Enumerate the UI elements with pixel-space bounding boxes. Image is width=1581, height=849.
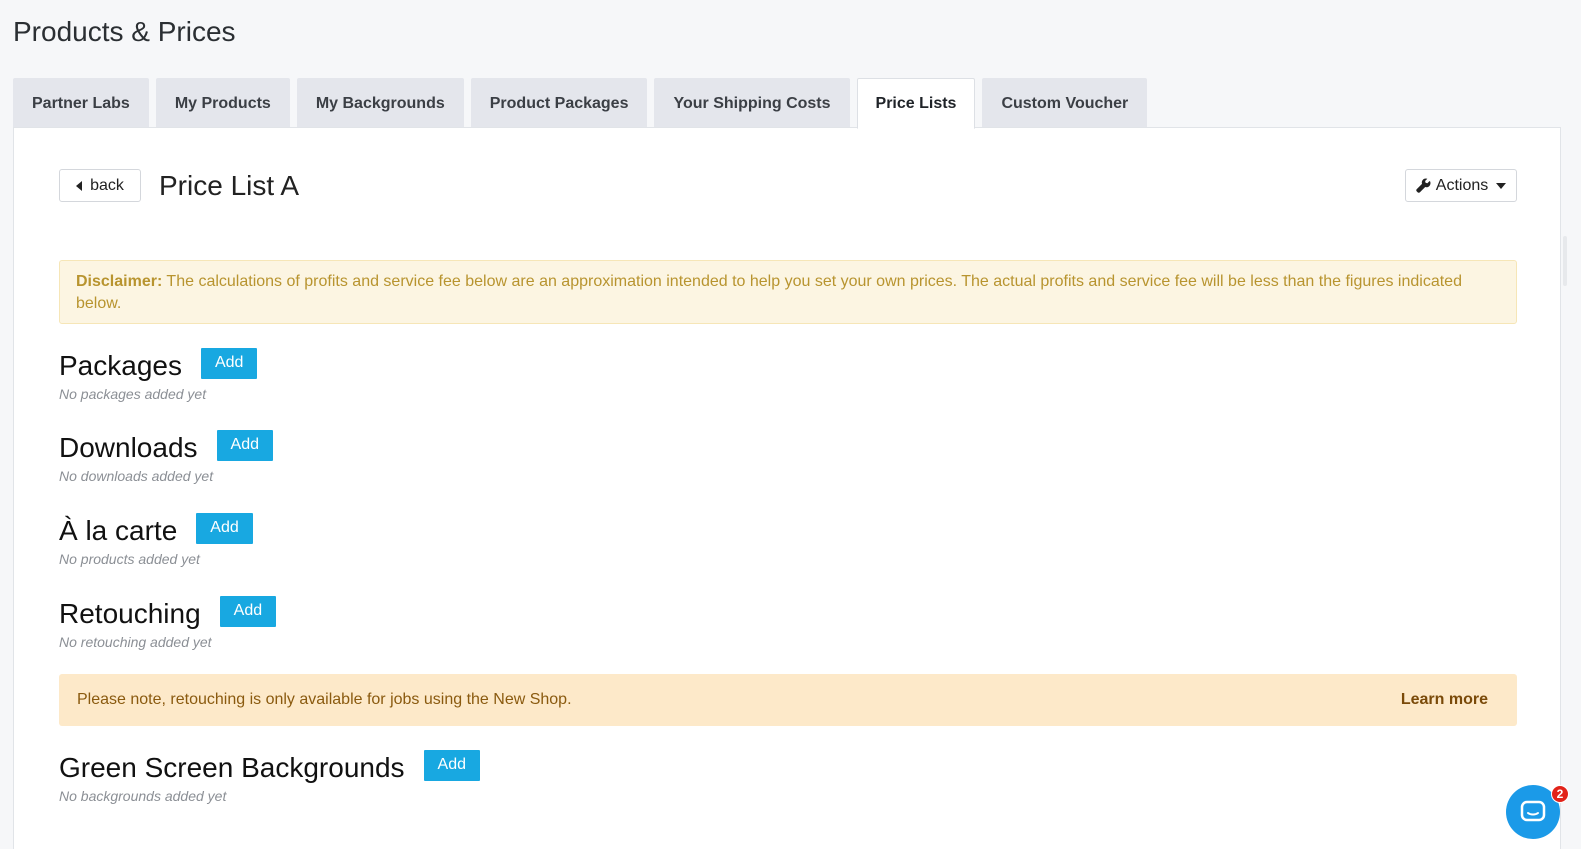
retouching-section: Retouching Add No retouching added yet bbox=[59, 595, 277, 650]
caret-left-icon bbox=[76, 180, 83, 191]
retouching-note-text: Please note, retouching is only availabl… bbox=[77, 691, 572, 708]
tab-price-lists[interactable]: Price Lists bbox=[856, 78, 976, 129]
empty-note: No packages added yet bbox=[59, 386, 207, 402]
content-panel: back Price List A Actions Disclaimer: Th… bbox=[13, 127, 1561, 849]
retouching-note-alert: Please note, retouching is only availabl… bbox=[59, 674, 1517, 726]
actions-label: Actions bbox=[1435, 176, 1489, 194]
disclaimer-label: Disclaimer: bbox=[76, 273, 163, 290]
alacarte-section: À la carte Add No products added yet bbox=[59, 512, 253, 567]
add-download-button[interactable]: Add bbox=[216, 429, 273, 461]
add-retouching-button[interactable]: Add bbox=[219, 595, 277, 627]
empty-note: No downloads added yet bbox=[59, 468, 214, 484]
add-alacarte-button[interactable]: Add bbox=[196, 512, 253, 544]
price-list-title: Price List A bbox=[159, 170, 300, 201]
back-label: back bbox=[90, 176, 124, 194]
tab-my-backgrounds[interactable]: My Backgrounds bbox=[296, 78, 464, 128]
backgrounds-section: Green Screen Backgrounds Add No backgrou… bbox=[59, 749, 480, 804]
empty-note: No backgrounds added yet bbox=[59, 788, 227, 804]
back-button[interactable]: back bbox=[59, 169, 141, 202]
learn-more-link[interactable]: Learn more bbox=[1401, 691, 1488, 709]
add-background-button[interactable]: Add bbox=[423, 749, 480, 781]
downloads-section: Downloads Add No downloads added yet bbox=[59, 429, 273, 484]
tab-partner-labs[interactable]: Partner Labs bbox=[13, 78, 149, 128]
disclaimer-alert: Disclaimer: The calculations of profits … bbox=[59, 260, 1517, 324]
section-title: Green Screen Backgrounds bbox=[59, 752, 405, 783]
notification-badge: 2 bbox=[1551, 785, 1569, 803]
section-title: Downloads bbox=[59, 432, 198, 463]
tab-custom-voucher[interactable]: Custom Voucher bbox=[982, 78, 1148, 128]
tab-product-packages[interactable]: Product Packages bbox=[470, 78, 648, 128]
packages-section: Packages Add No packages added yet bbox=[59, 347, 258, 402]
chat-icon bbox=[1520, 800, 1546, 822]
wrench-icon bbox=[1416, 178, 1431, 193]
actions-dropdown[interactable]: Actions bbox=[1405, 169, 1517, 202]
section-title: Retouching bbox=[59, 598, 201, 629]
add-package-button[interactable]: Add bbox=[200, 347, 258, 379]
disclaimer-text: The calculations of profits and service … bbox=[76, 273, 1462, 312]
tab-bar: Partner Labs My Products My Backgrounds … bbox=[13, 78, 1148, 129]
section-title: Packages bbox=[59, 350, 182, 381]
empty-note: No products added yet bbox=[59, 551, 200, 567]
caret-down-icon bbox=[1496, 182, 1507, 189]
section-title: À la carte bbox=[59, 515, 178, 546]
empty-note: No retouching added yet bbox=[59, 634, 212, 650]
tab-my-products[interactable]: My Products bbox=[155, 78, 290, 128]
tab-shipping-costs[interactable]: Your Shipping Costs bbox=[654, 78, 850, 128]
scrollbar-thumb[interactable] bbox=[1563, 236, 1567, 286]
page-title: Products & Prices bbox=[13, 16, 236, 47]
